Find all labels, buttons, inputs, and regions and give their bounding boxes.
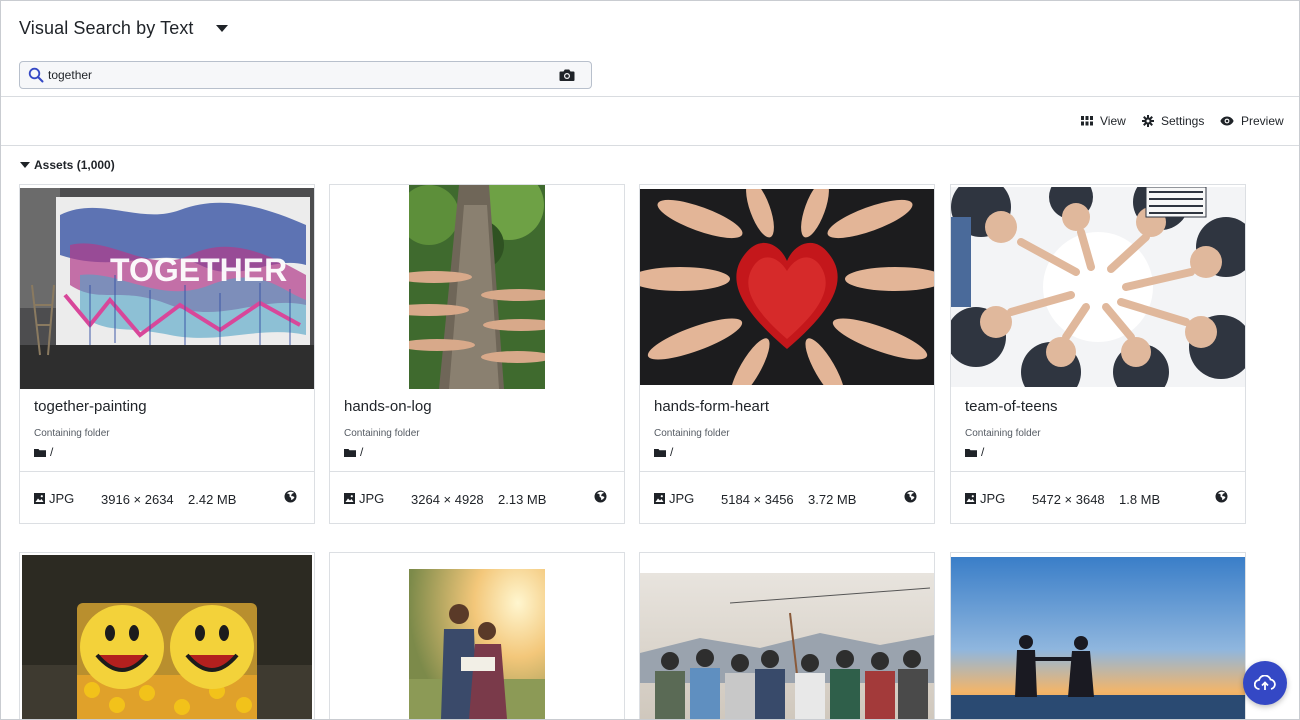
eye-icon: [1220, 116, 1234, 126]
grid-icon: [1081, 116, 1093, 126]
asset-file-size: 3.72 MB: [808, 492, 857, 507]
containing-folder-label: Containing folder: [34, 428, 110, 439]
gear-icon: [1142, 115, 1154, 127]
view-label: View: [1100, 114, 1126, 128]
asset-dimensions: 5472 × 3648: [1032, 492, 1105, 507]
assets-count-label: Assets (1,000): [34, 158, 115, 172]
containing-folder-label: Containing folder: [965, 428, 1041, 439]
globe-icon[interactable]: [594, 490, 607, 503]
asset-format: JPG: [34, 491, 74, 506]
asset-format: JPG: [654, 491, 694, 506]
view-button[interactable]: View: [1081, 112, 1126, 130]
asset-dimensions: 3264 × 4928: [411, 492, 484, 507]
folder-path-text: /: [981, 445, 985, 459]
thumbnail-hands-on-log: [330, 185, 624, 389]
asset-thumbnail: [640, 573, 934, 719]
assets-section-toggle[interactable]: Assets (1,000): [20, 157, 115, 173]
folder-path-text: /: [360, 445, 364, 459]
search-box[interactable]: [19, 61, 592, 89]
asset-format: JPG: [965, 491, 1005, 506]
asset-name: together-painting: [34, 398, 147, 415]
asset-name: team-of-teens: [965, 398, 1058, 415]
asset-name: hands-form-heart: [654, 398, 770, 415]
asset-thumbnail: [951, 557, 1245, 719]
settings-label: Settings: [1161, 114, 1205, 128]
image-icon: [965, 493, 976, 504]
preview-label: Preview: [1241, 114, 1284, 128]
upload-fab[interactable]: [1243, 661, 1287, 705]
app-window: Visual Search by Text View Settings Prev…: [0, 0, 1300, 720]
preview-button[interactable]: Preview: [1220, 112, 1284, 130]
asset-file-size: 2.13 MB: [498, 492, 547, 507]
image-icon: [34, 493, 45, 504]
folder-icon: [965, 448, 977, 457]
asset-card[interactable]: [950, 552, 1246, 719]
asset-meta-row: JPG 3916 × 2634 2.42 MB: [20, 471, 314, 523]
asset-thumbnail: [22, 555, 312, 719]
asset-card-hands-form-heart[interactable]: hands-form-heart Containing folder / JPG…: [639, 184, 935, 524]
folder-path-text: /: [670, 445, 674, 459]
asset-format-text: JPG: [49, 491, 75, 506]
asset-card[interactable]: [329, 552, 625, 719]
folder-path: /: [344, 445, 363, 459]
containing-folder-label: Containing folder: [654, 428, 730, 439]
thumbnail-together-painting: TOGETHER: [20, 185, 314, 389]
page-title: Visual Search by Text: [19, 17, 194, 38]
image-icon: [654, 493, 665, 504]
asset-format-text: JPG: [669, 491, 695, 506]
asset-dimensions: 5184 × 3456: [721, 492, 794, 507]
folder-icon: [344, 448, 356, 457]
globe-icon[interactable]: [904, 490, 917, 503]
asset-format: JPG: [344, 491, 384, 506]
asset-thumbnail: [409, 569, 545, 719]
asset-card-hands-on-log[interactable]: hands-on-log Containing folder / JPG 326…: [329, 184, 625, 524]
asset-format-text: JPG: [359, 491, 385, 506]
thumbnail-hands-form-heart: [640, 185, 934, 389]
caret-down-icon: [20, 162, 30, 168]
cloud-upload-icon: [1254, 675, 1276, 690]
asset-format-text: JPG: [980, 491, 1006, 506]
image-icon: [344, 493, 355, 504]
caret-down-icon[interactable]: [215, 24, 228, 32]
asset-card[interactable]: [639, 552, 935, 719]
header: Visual Search by Text: [1, 1, 1299, 97]
search-icon: [27, 66, 45, 84]
asset-file-size: 1.8 MB: [1119, 492, 1161, 507]
folder-path: /: [654, 445, 673, 459]
settings-button[interactable]: Settings: [1142, 112, 1204, 130]
asset-name: hands-on-log: [344, 398, 432, 415]
asset-card[interactable]: [19, 552, 315, 719]
title-row[interactable]: Visual Search by Text: [19, 15, 228, 41]
asset-card-team-of-teens[interactable]: team-of-teens Containing folder / JPG 54…: [950, 184, 1246, 524]
asset-meta-row: JPG 5472 × 3648 1.8 MB: [951, 471, 1245, 523]
thumbnail-team-of-teens: [951, 185, 1245, 389]
globe-icon[interactable]: [1215, 490, 1228, 503]
folder-icon: [34, 448, 46, 457]
camera-icon[interactable]: [558, 66, 576, 84]
folder-icon: [654, 448, 666, 457]
folder-path: /: [34, 445, 53, 459]
asset-file-size: 2.42 MB: [188, 492, 237, 507]
globe-icon[interactable]: [284, 490, 297, 503]
folder-path: /: [965, 445, 984, 459]
search-input[interactable]: [45, 62, 558, 88]
asset-meta-row: JPG 3264 × 4928 2.13 MB: [330, 471, 624, 523]
folder-path-text: /: [50, 445, 54, 459]
thumbnail-text: TOGETHER: [110, 252, 287, 288]
toolbar: View Settings Preview: [1, 98, 1299, 146]
asset-card-together-painting[interactable]: TOGETHER together-painting Containing fo…: [19, 184, 315, 524]
asset-dimensions: 3916 × 2634: [101, 492, 174, 507]
asset-meta-row: JPG 5184 × 3456 3.72 MB: [640, 471, 934, 523]
containing-folder-label: Containing folder: [344, 428, 420, 439]
